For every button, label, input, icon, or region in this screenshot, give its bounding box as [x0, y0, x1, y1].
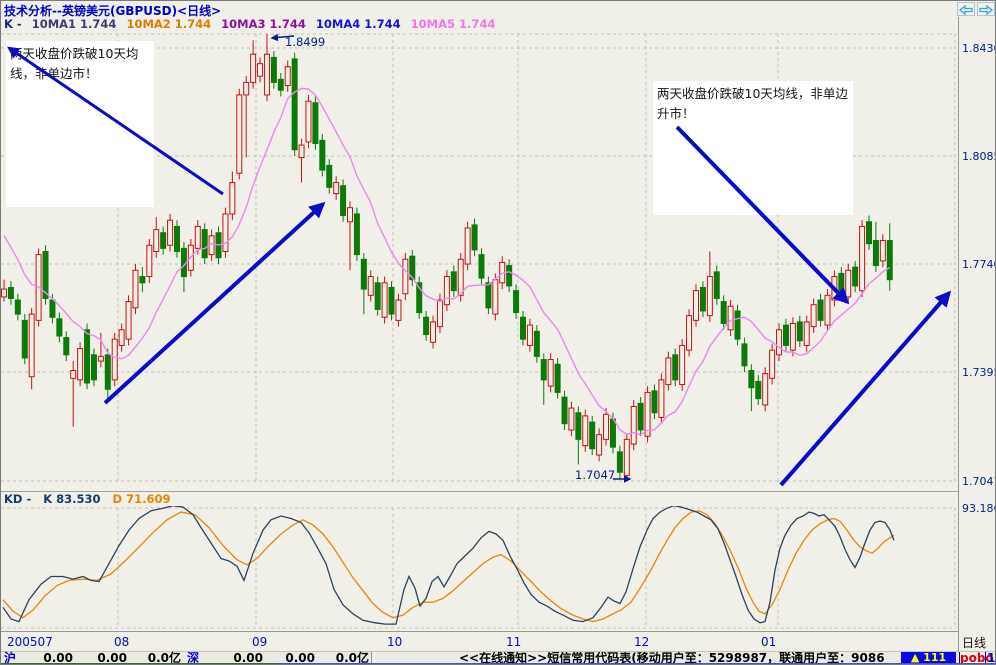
annotation-left-text: 两天收盘价跌破10天均线，非单边市！	[10, 46, 139, 81]
indicator-item: 10MA3 1.744	[221, 17, 306, 31]
axis-month-label: 10	[387, 635, 403, 649]
kd-canvas	[1, 506, 956, 629]
kd-chart[interactable]	[1, 506, 958, 631]
indicator-item: 10MA5 1.744	[410, 17, 496, 31]
axis-price-label: 1.7395	[962, 366, 995, 379]
axis-price-label: 1.8085	[962, 150, 995, 163]
indicator-item: 10MA2 1.744	[126, 17, 212, 31]
time-axis: 200507 08 09 10 11 12 01	[1, 631, 958, 652]
indicator-item: 10MA4 1.744	[315, 17, 401, 31]
right-arrow-icon	[979, 4, 994, 16]
k-line	[2, 506, 895, 625]
annotation-right: 两天收盘价跌破10天均线，非单边升市！	[653, 81, 853, 215]
axis-month-label: 08	[114, 635, 130, 649]
indicator-item: K -	[4, 17, 22, 31]
axis-price-label: 93.186	[962, 502, 995, 515]
axis-price-label: 1.7047	[962, 475, 995, 488]
annotation-right-text: 两天收盘价跌破10天均线，非单边升市！	[657, 86, 848, 121]
axis-month-label: 12	[634, 635, 650, 649]
kd-header-item: K 83.530	[43, 492, 101, 506]
forward-button[interactable]	[977, 2, 995, 16]
annotation-left: 两天收盘价跌破10天均线，非单边市！	[6, 41, 154, 207]
axis-month-label: 200507	[7, 635, 53, 649]
back-button[interactable]	[957, 2, 975, 16]
kd-header-item: KD -	[4, 492, 32, 506]
axis-month-label: 11	[506, 635, 522, 649]
axis-price-label: 1.8430	[962, 42, 995, 55]
axis-price-label: 1.7740	[962, 258, 995, 271]
axis-month-label: 01	[761, 635, 777, 649]
kd-header-item: D 71.609	[112, 492, 171, 506]
app-window: 技术分析--英镑美元(GBPUSD)<日线> K - 10MA1 1.744 10M…	[0, 0, 996, 665]
indicator-item: 10MA1 1.744	[31, 17, 117, 31]
period-label: 日线	[962, 636, 987, 650]
indicator-row: K - 10MA1 1.744 10MA2 1.744 10MA3 1.744 10MA…	[4, 17, 505, 32]
title-bar: 技术分析--英镑美元(GBPUSD)<日线>	[1, 1, 995, 18]
kd-indicator-header: KD - K 83.530 D 71.609	[4, 492, 182, 506]
left-arrow-icon	[958, 4, 973, 16]
axis-month-label: 09	[252, 635, 268, 649]
price-axis-panel: 1.8430 1.8085 1.7740 1.7395 1.7047 93.186 日线	[958, 17, 995, 651]
d-line	[2, 510, 895, 623]
